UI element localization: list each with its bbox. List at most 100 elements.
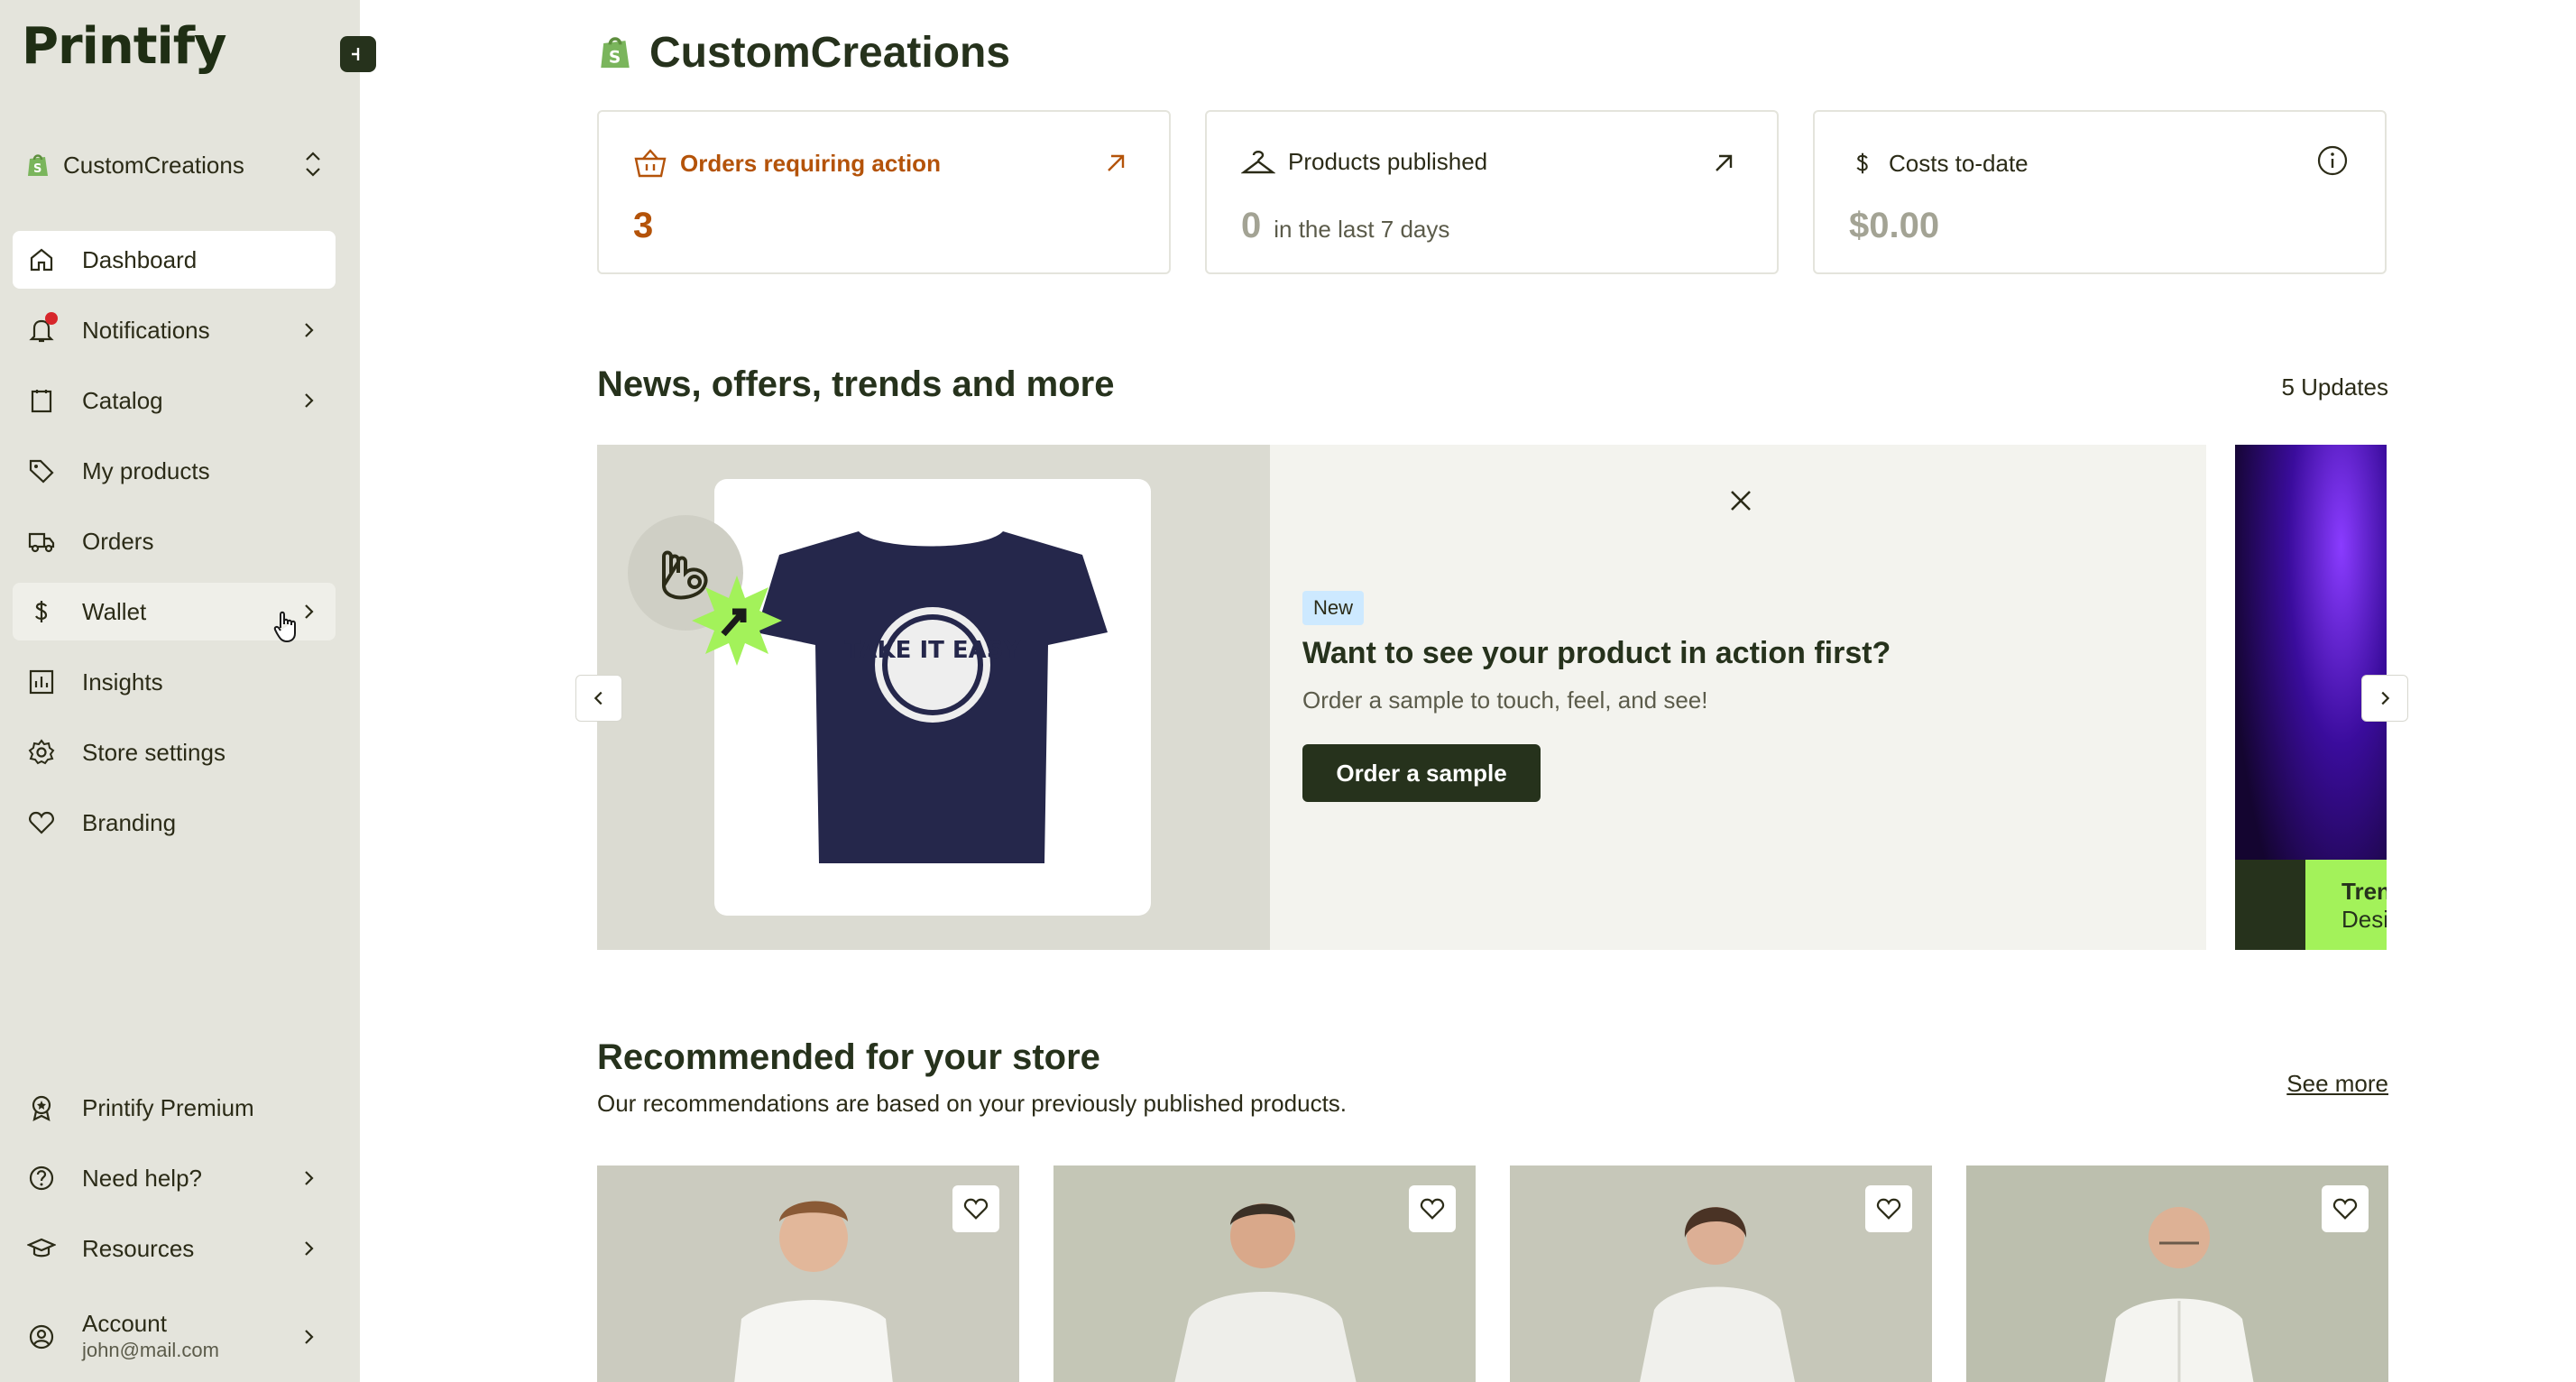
products-published-card[interactable]: Products published 0 in the last 7 days [1205, 110, 1779, 274]
sidebar-item-catalog[interactable]: Catalog [13, 372, 336, 429]
graduation-cap-icon [27, 1238, 56, 1258]
chevron-right-icon [305, 323, 314, 337]
order-sample-button[interactable]: Order a sample [1302, 744, 1541, 802]
home-icon [30, 248, 53, 272]
sidebar-item-my-products[interactable]: My products [13, 442, 336, 500]
sidebar-item-dashboard[interactable]: Dashboard [13, 231, 336, 289]
close-icon [1731, 491, 1751, 511]
next-banner-label: Tren Desi [2305, 860, 2387, 950]
arrow-up-right-icon[interactable] [1712, 152, 1735, 175]
products-period: in the last 7 days [1274, 216, 1450, 243]
sidebar-item-label: Need help? [82, 1164, 202, 1192]
next-banner-title: Tren [2341, 878, 2387, 905]
sidebar-item-label: My products [82, 456, 210, 484]
help-circle-icon [29, 1165, 54, 1191]
sidebar-item-account[interactable]: Account john@mail.com [13, 1301, 336, 1373]
products-count: 0 [1241, 206, 1262, 245]
store-switcher-label: CustomCreations [63, 151, 244, 179]
products-card-label: Products published [1288, 148, 1488, 175]
account-email: john@mail.com [82, 1339, 219, 1361]
info-icon[interactable] [2316, 144, 2349, 177]
truck-icon [28, 532, 55, 553]
banner-body: Order a sample to touch, feel, and see! [1302, 686, 1708, 714]
tshirt-image: TAKE IT EASY [756, 531, 1108, 863]
costs-to-date-card: Costs to-date $0.00 [1813, 110, 2387, 274]
bar-chart-icon [29, 669, 54, 695]
hand-cursor-icon [273, 611, 296, 643]
next-banner-subtitle: Desi [2341, 906, 2387, 933]
recommended-subtitle: Our recommendations are based on your pr… [597, 1090, 1348, 1117]
collapse-sidebar-button[interactable] [340, 36, 376, 72]
heart-icon [963, 1198, 989, 1220]
dollar-icon [1856, 152, 1868, 174]
sidebar-item-label: Store settings [82, 738, 225, 766]
sidebar-item-label: Dashboard [82, 245, 198, 273]
chevron-right-icon [2381, 691, 2390, 705]
page-title: S CustomCreations [597, 25, 1010, 79]
hanger-icon [1241, 150, 1275, 173]
chevron-up-down-icon [306, 152, 320, 177]
heart-icon [29, 811, 54, 834]
orders-card-label: Orders requiring action [680, 149, 941, 177]
store-switcher[interactable]: S CustomCreations [25, 144, 323, 186]
news-section-title: News, offers, trends and more [597, 364, 1115, 404]
favorite-button[interactable] [952, 1185, 999, 1232]
banner-heading: Want to see your product in action first… [1302, 636, 1891, 670]
shopify-icon: S [601, 37, 630, 69]
updates-count: 5 Updates [2281, 373, 2388, 401]
recommended-section-title: Recommended for your store [597, 1037, 1100, 1077]
favorite-button[interactable] [1409, 1185, 1456, 1232]
starburst-cursor-icon [692, 576, 782, 666]
sidebar-item-label: Branding [82, 808, 177, 836]
dollar-icon [35, 601, 48, 622]
recommended-product-card[interactable] [1510, 1165, 1932, 1382]
sidebar-item-notifications[interactable]: Notifications [13, 301, 336, 359]
account-label: Account [82, 1310, 167, 1337]
chevron-right-icon [305, 1171, 314, 1185]
close-banner-button[interactable] [1723, 483, 1759, 519]
chevron-right-icon [305, 1241, 314, 1256]
shopify-icon: S [28, 154, 48, 176]
sidebar: Printify S CustomCreations Dashboard Not… [0, 0, 376, 1382]
tshirt-product-card: TAKE IT EASY [714, 479, 1151, 916]
tshirt-print-text: TAKE IT EASY [845, 637, 1022, 664]
sidebar-item-printify-premium[interactable]: Printify Premium [13, 1079, 336, 1137]
chevron-left-icon [593, 691, 603, 705]
sidebar-item-label: Insights [82, 668, 163, 696]
sidebar-item-insights[interactable]: Insights [13, 653, 336, 711]
premium-badge-icon [32, 1095, 51, 1122]
chevron-right-icon [305, 1330, 314, 1344]
sidebar-item-need-help[interactable]: Need help? [13, 1149, 336, 1207]
see-more-link[interactable]: See more [2271, 1070, 2388, 1098]
arrow-up-right-icon[interactable] [1104, 152, 1127, 175]
chevron-right-icon [305, 393, 314, 408]
sidebar-item-label: Catalog [82, 386, 163, 414]
sidebar-item-orders[interactable]: Orders [13, 512, 336, 570]
next-banner-footer: Tren Desi [2235, 860, 2387, 950]
new-badge: New [1302, 591, 1365, 625]
favorite-button[interactable] [2322, 1185, 2369, 1232]
sidebar-item-resources[interactable]: Resources [13, 1220, 336, 1277]
heart-icon [2332, 1198, 2358, 1220]
sidebar-item-label: Orders [82, 527, 154, 555]
promo-banner: TAKE IT EASY New Want to see your produc… [597, 445, 2206, 950]
carousel-prev-button[interactable] [575, 675, 622, 722]
basket-icon [634, 149, 667, 178]
recommended-product-card[interactable] [1966, 1165, 2388, 1382]
sidebar-item-branding[interactable]: Branding [13, 794, 336, 852]
notification-badge [45, 312, 58, 325]
orders-requiring-action-card[interactable]: Orders requiring action 3 [597, 110, 1171, 274]
heart-icon [1420, 1198, 1445, 1220]
favorite-button[interactable] [1865, 1185, 1912, 1232]
recommended-product-card[interactable] [1053, 1165, 1476, 1382]
sidebar-item-label: Printify Premium [82, 1093, 254, 1121]
store-title: CustomCreations [649, 28, 1011, 77]
sidebar-item-wallet[interactable]: Wallet [13, 583, 336, 643]
gear-icon [28, 739, 55, 765]
sidebar-item-store-settings[interactable]: Store settings [13, 723, 336, 781]
costs-value: $0.00 [1849, 206, 1940, 245]
carousel-next-button[interactable] [2361, 675, 2408, 722]
recommended-product-card[interactable] [597, 1165, 1019, 1382]
svg-text:S: S [609, 48, 621, 67]
printify-logo[interactable]: Printify [22, 14, 227, 79]
